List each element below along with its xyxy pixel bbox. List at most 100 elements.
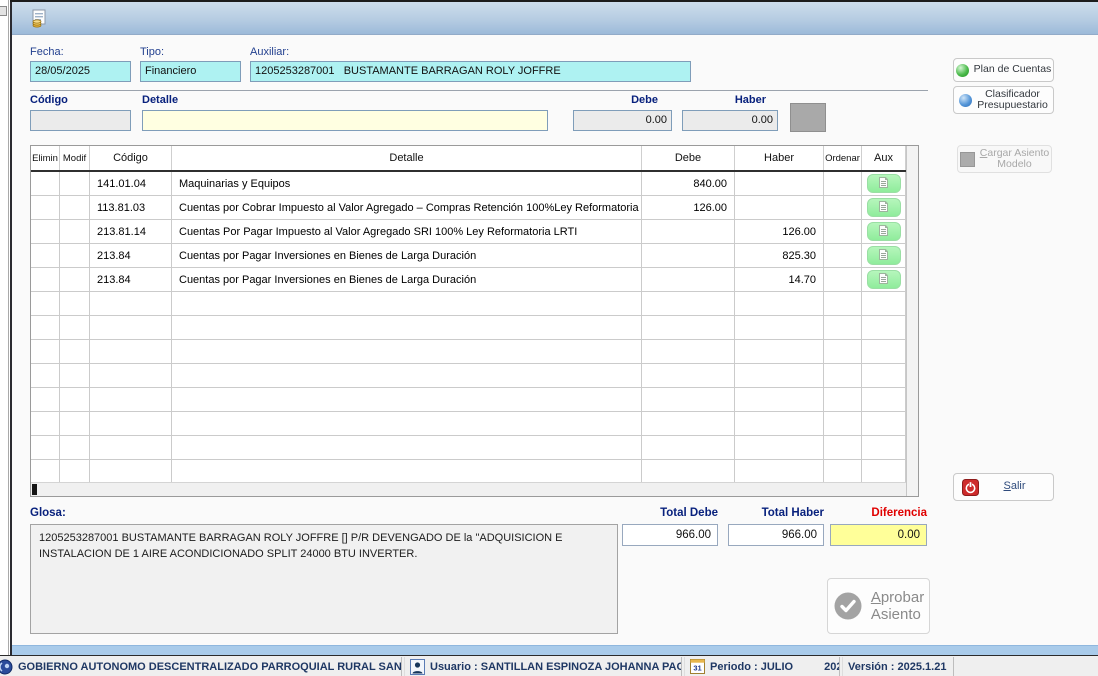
clasificador-presupuestario-button[interactable]: Clasificador Presupuestario — [953, 86, 1054, 114]
cell-modif — [60, 316, 90, 339]
cell-ordenar — [824, 220, 862, 243]
aux-button[interactable] — [867, 246, 901, 265]
empty-table-row[interactable] — [31, 292, 906, 316]
document-coins-icon[interactable] — [30, 9, 49, 31]
cell-codigo — [90, 388, 172, 411]
cell-aux — [862, 268, 906, 291]
cell-debe — [642, 412, 735, 435]
horizontal-scrollbar-thumb[interactable] — [32, 484, 37, 495]
column-header-detalle[interactable]: Detalle — [172, 146, 642, 170]
cell-haber — [735, 364, 824, 387]
vertical-scrollbar[interactable] — [906, 146, 918, 496]
empty-table-row[interactable] — [31, 364, 906, 388]
cell-modif — [60, 196, 90, 219]
glosa-textarea[interactable]: 1205253287001 BUSTAMANTE BARRAGAN ROLY J… — [30, 524, 618, 634]
cell-codigo — [90, 364, 172, 387]
green-sphere-icon — [956, 64, 969, 77]
cell-debe: 126.00 — [642, 196, 735, 219]
cell-aux — [862, 292, 906, 315]
cell-modif — [60, 412, 90, 435]
cell-modif — [60, 340, 90, 363]
cell-detalle — [172, 388, 642, 411]
cell-elimin — [31, 268, 60, 291]
cell-haber — [735, 460, 824, 483]
cell-elimin — [31, 460, 60, 483]
aux-button[interactable] — [867, 174, 901, 193]
diferencia-field[interactable]: 0.00 — [830, 524, 927, 546]
cell-aux — [862, 172, 906, 195]
column-header-haber[interactable]: Haber — [735, 146, 824, 170]
haber-label: Haber — [682, 94, 778, 106]
aux-button[interactable] — [867, 270, 901, 289]
cell-codigo — [90, 412, 172, 435]
empty-table-row[interactable] — [31, 412, 906, 436]
cell-haber: 14.70 — [735, 268, 824, 291]
codigo-input[interactable] — [30, 110, 131, 131]
cell-codigo: 113.81.03 — [90, 196, 172, 219]
cell-haber — [735, 196, 824, 219]
plan-de-cuentas-label: Plan de Cuentas — [974, 64, 1052, 76]
cell-haber — [735, 412, 824, 435]
cell-detalle: Cuentas Por Pagar Impuesto al Valor Agre… — [172, 220, 642, 243]
cell-haber: 126.00 — [735, 220, 824, 243]
salir-button[interactable]: Salir — [953, 473, 1054, 501]
aprobar-asiento-button[interactable]: Aprobar Asiento — [827, 578, 930, 634]
debe-input[interactable]: 0.00 — [573, 110, 672, 131]
column-header-aux[interactable]: Aux — [862, 146, 906, 170]
cell-ordenar — [824, 196, 862, 219]
cell-modif — [60, 268, 90, 291]
empty-table-row[interactable] — [31, 316, 906, 340]
aprobar-asiento-label: Aprobar Asiento — [871, 589, 924, 623]
table-row[interactable]: 213.84Cuentas por Pagar Inversiones en B… — [31, 244, 906, 268]
column-header-elimin[interactable]: Elimin — [31, 146, 60, 170]
background-window-fragment — [0, 6, 7, 16]
aux-button[interactable] — [867, 222, 901, 241]
table-row[interactable]: 213.81.14Cuentas Por Pagar Impuesto al V… — [31, 220, 906, 244]
detalle-input[interactable] — [142, 110, 548, 131]
cell-haber — [735, 172, 824, 195]
status-version: Versión : 2025.1.21 — [842, 657, 954, 676]
cell-haber — [735, 316, 824, 339]
cell-modif — [60, 436, 90, 459]
table-row[interactable]: 113.81.03Cuentas por Cobrar Impuesto al … — [31, 196, 906, 220]
cell-haber — [735, 388, 824, 411]
window-bottom-strip — [12, 645, 1098, 655]
add-line-button[interactable] — [790, 103, 826, 132]
cell-detalle: Cuentas por Pagar Inversiones en Bienes … — [172, 244, 642, 267]
fecha-label: Fecha: — [30, 46, 64, 58]
status-entity: GOBIERNO AUTONOMO DESCENTRALIZADO PARROQ… — [0, 657, 402, 676]
table-row[interactable]: 141.01.04Maquinarias y Equipos840.00 — [31, 172, 906, 196]
total-debe-field[interactable]: 966.00 — [622, 524, 718, 546]
empty-table-row[interactable] — [31, 460, 906, 484]
cargar-asiento-modelo-button[interactable]: Cargar Asiento Modelo — [957, 145, 1052, 173]
tipo-input[interactable]: Financiero — [140, 61, 241, 82]
horizontal-scrollbar[interactable] — [31, 482, 906, 496]
entity-globe-icon — [0, 659, 13, 675]
cell-codigo — [90, 292, 172, 315]
fecha-input[interactable]: 28/05/2025 — [30, 61, 131, 82]
status-usuario: Usuario : SANTILLAN ESPINOZA JOHANNA PAO… — [404, 657, 682, 676]
status-periodo-year: 2025 — [824, 661, 840, 673]
cell-codigo — [90, 316, 172, 339]
aux-button[interactable] — [867, 198, 901, 217]
cell-ordenar — [824, 364, 862, 387]
cell-ordenar — [824, 292, 862, 315]
column-header-ordenar[interactable]: Ordenar — [824, 146, 862, 170]
table-row[interactable]: 213.84Cuentas por Pagar Inversiones en B… — [31, 268, 906, 292]
empty-table-row[interactable] — [31, 436, 906, 460]
auxiliar-input[interactable]: 1205253287001 BUSTAMANTE BARRAGAN ROLY J… — [250, 61, 691, 82]
empty-table-row[interactable] — [31, 340, 906, 364]
cargar-asiento-modelo-label: Cargar Asiento Modelo — [980, 148, 1049, 171]
total-haber-field[interactable]: 966.00 — [728, 524, 824, 546]
column-header-codigo[interactable]: Código — [90, 146, 172, 170]
empty-table-row[interactable] — [31, 388, 906, 412]
total-debe-label: Total Debe — [622, 507, 718, 519]
table-header: EliminModifCódigoDetalleDebeHaberOrdenar… — [31, 146, 906, 172]
cell-elimin — [31, 412, 60, 435]
column-header-debe[interactable]: Debe — [642, 146, 735, 170]
asiento-form-window: Fecha: Tipo: Auxiliar: 28/05/2025 Financ… — [10, 2, 1098, 655]
column-header-modif[interactable]: Modif — [60, 146, 90, 170]
plan-de-cuentas-button[interactable]: Plan de Cuentas — [953, 58, 1054, 82]
haber-input[interactable]: 0.00 — [682, 110, 778, 131]
cell-detalle — [172, 340, 642, 363]
